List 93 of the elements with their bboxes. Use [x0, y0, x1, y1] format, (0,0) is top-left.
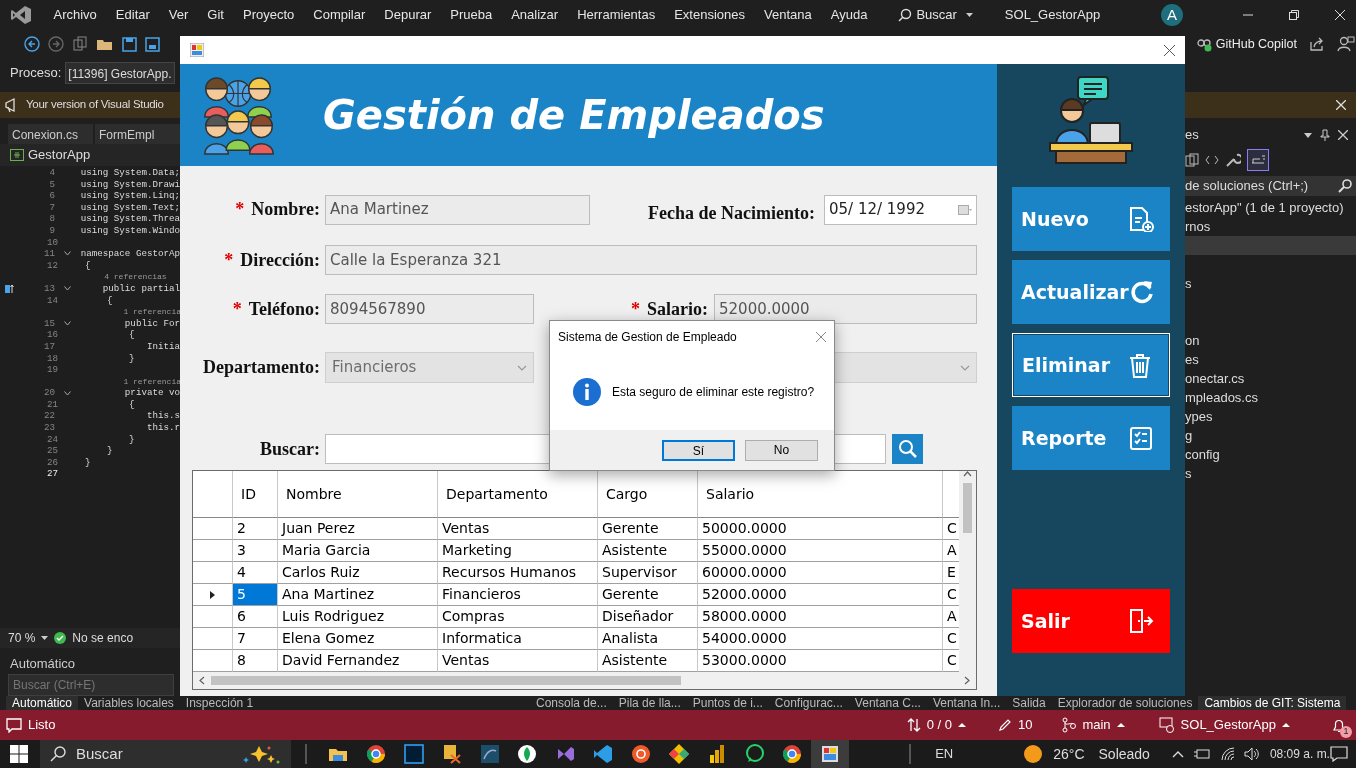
code-line: public For — [123, 317, 180, 330]
line-number: 19 — [45, 364, 58, 376]
line-number: 6 — [48, 190, 56, 202]
field-label: Departamento: — [202, 356, 320, 379]
code-line: { — [106, 294, 113, 307]
table-cell: Marketing — [438, 540, 598, 562]
table-cell: 60000.0000 — [698, 562, 943, 584]
solution-name: SOL_GestorApp — [1003, 6, 1102, 25]
table-cell: Diseñador — [598, 606, 698, 628]
status-message: Listo — [28, 716, 56, 735]
table-cell: 5 — [233, 584, 278, 606]
field-label: * Salario: — [630, 297, 708, 321]
field-label: * Nombre: — [234, 198, 320, 221]
table-cell: 50000.0000 — [698, 518, 943, 540]
code-line: using System.Windo — [80, 224, 180, 237]
table-cell: Analista — [598, 628, 698, 650]
table-cell: Gerente — [598, 584, 698, 606]
field-label: * Dirección: — [223, 248, 320, 272]
line-number: 11 — [43, 248, 56, 260]
table-cell: Supervisor — [598, 562, 698, 584]
table-cell: 52000.0000 — [698, 584, 943, 606]
field-label: Fecha de Nacimiento: — [647, 202, 815, 225]
code-line: } — [128, 433, 135, 446]
line-number: 21 — [45, 398, 58, 411]
code-line: } — [128, 352, 135, 365]
table-cell: Luis Rodriguez — [278, 606, 438, 628]
search-placeholder: Buscar — [76, 743, 124, 764]
table-cell: 6 — [233, 606, 278, 628]
line-number: 5 — [48, 178, 56, 191]
code-line: } — [106, 445, 113, 457]
code-line: private vo — [123, 387, 180, 399]
line-number: 8 — [48, 213, 56, 225]
line-number: 7 — [48, 201, 56, 214]
line-number: 26 — [45, 456, 58, 469]
table-cell: Maria Garcia — [278, 540, 438, 562]
table-cell: 2 — [233, 518, 278, 540]
code-line: Initia — [145, 340, 180, 353]
panel-title: es — [1185, 126, 1199, 145]
table-cell: Informatica — [438, 628, 598, 650]
line-number: 14 — [45, 294, 58, 307]
line-number: 25 — [45, 445, 58, 457]
dialog-message: Esta seguro de eliminar este registro? — [612, 383, 815, 401]
field-label: * Teléfono: — [231, 297, 320, 321]
table-cell: Asistente — [598, 540, 698, 562]
line-number: 20 — [43, 387, 56, 399]
table-cell: Juan Perez — [278, 518, 438, 540]
issues-status: No se enco — [72, 630, 134, 647]
line-number: 9 — [48, 224, 56, 237]
table-cell: Carlos Ruiz — [278, 562, 438, 584]
table-cell: 55000.0000 — [698, 540, 943, 562]
table-cell: Ventas — [438, 518, 598, 540]
code-line: using System.Linq; — [80, 190, 180, 202]
code-line: namespace GestorAp — [80, 248, 180, 260]
line-number: 23 — [43, 422, 56, 434]
line-number: 16 — [45, 329, 58, 341]
table-cell: 7 — [233, 628, 278, 650]
notification-badge: 1 — [1340, 725, 1352, 738]
panel-title: Automático — [9, 655, 77, 673]
code-line: using System.Threa — [80, 213, 180, 225]
code-line: this.r — [145, 422, 180, 434]
line-number: 12 — [45, 259, 58, 272]
line-number: 15 — [43, 317, 56, 330]
code-line: { — [128, 329, 135, 341]
table-cell: Gerente — [598, 518, 698, 540]
code-line: } — [85, 456, 91, 469]
line-number: 13 — [43, 282, 56, 295]
code-line: public partial — [101, 282, 180, 295]
table-cell: Compras — [438, 606, 598, 628]
line-number: 17 — [43, 340, 56, 353]
line-number: 10 — [45, 236, 58, 249]
table-cell: Elena Gomez — [278, 628, 438, 650]
line-number: 22 — [43, 410, 56, 423]
code-line: { — [128, 398, 135, 411]
code-line: using System.Drawi — [80, 178, 180, 191]
field-label: Buscar: — [259, 437, 320, 461]
process-label: Proceso: — [10, 64, 62, 83]
table-cell: Financieros — [438, 584, 598, 606]
line-number: 18 — [45, 352, 58, 365]
code-line: this.s — [145, 410, 180, 423]
code-line: { — [85, 259, 91, 272]
app-title: Gestión de Empleados — [323, 91, 825, 140]
code-line: using System.Data; — [80, 167, 180, 179]
table-cell: 58000.0000 — [698, 606, 943, 628]
table-cell: Ana Martinez — [278, 584, 438, 606]
code-line: using System.Text; — [80, 201, 180, 214]
dialog-title: Sistema de Gestion de Empleado — [558, 329, 737, 346]
line-number: 4 — [48, 167, 56, 179]
table-cell: 54000.0000 — [698, 628, 943, 650]
notification-text: Your version of Visual Studio — [26, 97, 164, 113]
line-number: 27 — [45, 468, 58, 481]
table-cell: 3 — [233, 540, 278, 562]
table-cell: Recursos Humanos — [438, 562, 598, 584]
line-number: 24 — [45, 433, 58, 446]
